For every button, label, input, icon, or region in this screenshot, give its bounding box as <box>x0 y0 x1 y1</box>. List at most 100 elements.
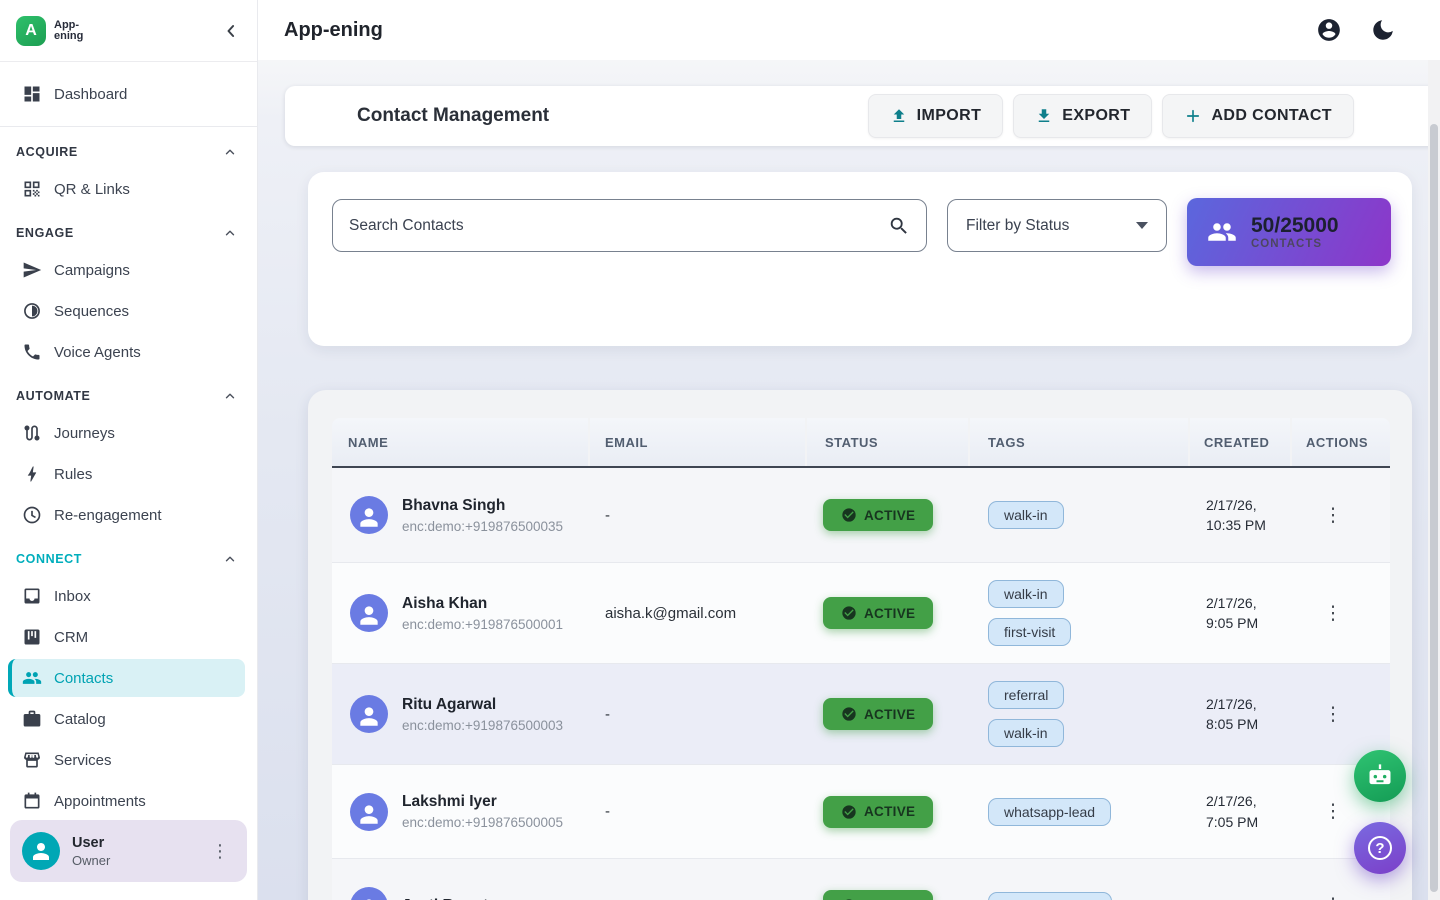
account-icon[interactable] <box>1316 17 1342 43</box>
sidebar-item-label: Rules <box>54 466 92 483</box>
table-row[interactable]: Bhavna Singhenc:demo:+919876500035- ACTIV… <box>332 468 1390 562</box>
main-content: Contact Management IMPORTEXPORTADD CONTA… <box>258 60 1440 900</box>
storefront-icon <box>22 750 42 770</box>
table-row[interactable]: Ritu Agarwalenc:demo:+919876500003-ACTIV… <box>332 663 1390 764</box>
column-header-name: NAME <box>332 418 590 466</box>
actions-cell: ⋮ <box>1292 892 1390 900</box>
tag-pill: referral <box>988 681 1064 709</box>
sidebar-section-engage[interactable]: ENGAGE <box>0 222 257 244</box>
created-cell: 2/17/26,8:05 PM <box>1190 694 1292 735</box>
status-cell: ACTIVE <box>807 890 970 900</box>
section-label-text: ENGAGE <box>16 226 74 240</box>
export-button[interactable]: EXPORT <box>1013 94 1152 138</box>
sidebar-item-services[interactable]: Services <box>8 741 245 779</box>
sidebar-logo-row: A App- ening <box>0 0 257 62</box>
created-cell: 2/17/26, <box>1190 895 1292 900</box>
avatar <box>350 496 388 534</box>
contact-name: Bhavna Singh <box>402 497 563 515</box>
status-text: ACTIVE <box>864 606 915 621</box>
contact-toolbar: Contact Management IMPORTEXPORTADD CONTA… <box>285 86 1440 146</box>
contact-name: Lakshmi Iyer <box>402 793 563 811</box>
status-text: ACTIVE <box>864 804 915 819</box>
sidebar-item-label: Inbox <box>54 588 91 605</box>
top-header: App-ening <box>258 0 1440 60</box>
table-row[interactable]: Aisha Khanenc:demo:+919876500001aisha.k@… <box>332 562 1390 663</box>
table-row[interactable]: Lakshmi Iyerenc:demo:+919876500005-ACTIV… <box>332 764 1390 858</box>
user-card[interactable]: User Owner ⋮ <box>10 820 247 882</box>
sidebar-item-rules[interactable]: Rules <box>8 455 245 493</box>
tag-pill: walk-in <box>988 580 1064 608</box>
sidebar-item-re-engagement[interactable]: Re-engagement <box>8 496 245 534</box>
tag-pill: campaign-lead <box>988 892 1112 900</box>
sidebar-item-label: CRM <box>54 629 88 646</box>
created-line: 2/17/26, <box>1206 495 1292 515</box>
actions-cell: ⋮ <box>1292 701 1390 728</box>
created-line: 10:35 PM <box>1206 515 1292 535</box>
status-cell: ACTIVE <box>807 698 970 730</box>
contacts-count-badge: 50/25000 CONTACTS <box>1187 198 1391 266</box>
sidebar-collapse-icon[interactable] <box>221 21 241 41</box>
page-scrollbar[interactable] <box>1428 60 1440 900</box>
tag-pill: walk-in <box>988 501 1064 529</box>
status-cell: ACTIVE <box>807 499 970 531</box>
section-label-text: CONNECT <box>16 552 82 566</box>
kanban-icon <box>22 627 42 647</box>
phone-icon <box>22 342 42 362</box>
sidebar-section-automate[interactable]: AUTOMATE <box>0 385 257 407</box>
created-cell: 2/17/26,10:35 PM <box>1190 495 1292 536</box>
sidebar-item-journeys[interactable]: Journeys <box>8 414 245 452</box>
avatar <box>350 887 388 900</box>
contacts-table: NAMEEMAILSTATUSTAGSCREATEDACTIONS Bhavna… <box>332 418 1390 900</box>
contact-phone: enc:demo:+919876500005 <box>402 815 563 830</box>
dark-mode-icon[interactable] <box>1370 17 1396 43</box>
sidebar-item-catalog[interactable]: Catalog <box>8 700 245 738</box>
help-fab[interactable]: ? <box>1354 822 1406 874</box>
contact-name-cell: Bhavna Singhenc:demo:+919876500035 <box>332 496 590 534</box>
people-icon <box>22 668 42 688</box>
status-badge: ACTIVE <box>823 597 933 629</box>
column-header-email: EMAIL <box>590 418 807 466</box>
user-role: Owner <box>72 853 110 868</box>
row-menu-icon[interactable]: ⋮ <box>1316 502 1351 529</box>
user-menu-icon[interactable]: ⋮ <box>205 838 235 864</box>
import-button[interactable]: IMPORT <box>868 94 1004 138</box>
table-row[interactable]: Jyoti RawatACTIVEcampaign-lead2/17/26,⋮ <box>332 858 1390 900</box>
sidebar-user-block: User Owner ⋮ <box>0 812 257 900</box>
row-menu-icon[interactable]: ⋮ <box>1316 701 1351 728</box>
sidebar-section-connect[interactable]: CONNECT <box>0 548 257 570</box>
sidebar-item-crm[interactable]: CRM <box>8 618 245 656</box>
search-input[interactable]: Search Contacts <box>332 199 927 252</box>
row-menu-icon[interactable]: ⋮ <box>1316 600 1351 627</box>
scrollbar-thumb[interactable] <box>1430 124 1438 892</box>
avatar <box>350 793 388 831</box>
sidebar-nav: Dashboard ACQUIRE QR & Links ENGAGE Campaig… <box>0 74 257 820</box>
status-badge: ACTIVE <box>823 890 933 900</box>
contact-email: - <box>590 706 807 723</box>
bolt-icon <box>22 464 42 484</box>
sidebar-item-voice-agents[interactable]: Voice Agents <box>8 333 245 371</box>
sidebar-section-acquire[interactable]: ACQUIRE <box>0 141 257 163</box>
upload-icon <box>890 107 908 125</box>
sidebar-item-contacts[interactable]: Contacts <box>8 659 245 697</box>
sidebar-item-campaigns[interactable]: Campaigns <box>8 251 245 289</box>
button-label: IMPORT <box>917 107 982 125</box>
row-menu-icon[interactable]: ⋮ <box>1316 892 1351 900</box>
sidebar-item-dashboard[interactable]: Dashboard <box>8 74 245 114</box>
sidebar-item-inbox[interactable]: Inbox <box>8 577 245 615</box>
inbox-icon <box>22 586 42 606</box>
sidebar-item-label: Appointments <box>54 793 146 810</box>
add-contact-button[interactable]: ADD CONTACT <box>1162 94 1354 138</box>
status-text: ACTIVE <box>864 508 915 523</box>
sidebar-item-sequences[interactable]: Sequences <box>8 292 245 330</box>
row-menu-icon[interactable]: ⋮ <box>1316 798 1351 825</box>
sidebar-item-label: Campaigns <box>54 262 130 279</box>
sidebar-item-qr-links[interactable]: QR & Links <box>8 170 245 208</box>
search-icon[interactable] <box>888 215 910 237</box>
contact-name-cell: Aisha Khanenc:demo:+919876500001 <box>332 594 590 632</box>
contact-email: - <box>590 507 807 524</box>
status-cell: ACTIVE <box>807 796 970 828</box>
tags-cell: whatsapp-lead <box>970 781 1190 843</box>
chatbot-fab[interactable] <box>1354 750 1406 802</box>
actions-cell: ⋮ <box>1292 798 1390 825</box>
status-filter-select[interactable]: Filter by Status <box>947 199 1167 252</box>
